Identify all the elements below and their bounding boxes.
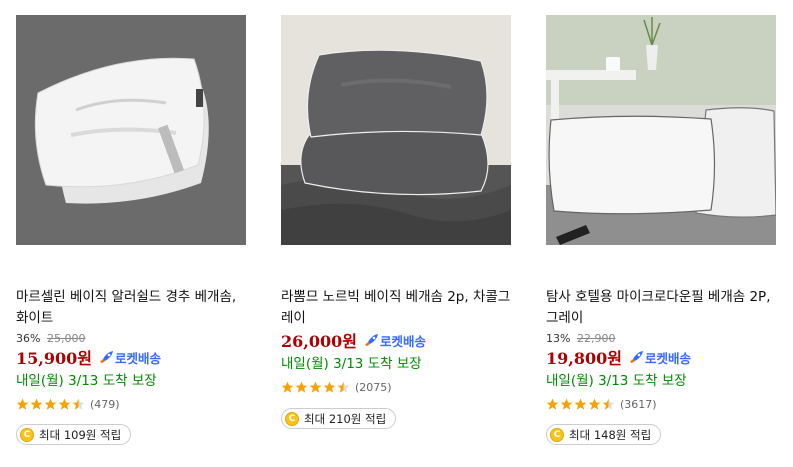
star-rating [16, 398, 86, 411]
product-card[interactable]: 라뽐므 노르빅 베이직 베개솜 2p, 차콜그레이 26,000원 로켓배송 내… [280, 0, 512, 467]
rocket-icon [99, 351, 113, 363]
sale-price: 26,000원 [281, 332, 357, 351]
discount-info: 36% 25,000 [16, 332, 85, 346]
discount-rate: 36% [16, 332, 41, 345]
rating: (2075) [281, 380, 392, 394]
product-name[interactable]: 마르셀린 베이직 알러쉴드 경추 베개솜, 화이트 [16, 287, 248, 329]
product-card[interactable]: 탐사 호텔용 마이크로다운필 베개솜 2P, 그레이 13% 22,900 19… [545, 0, 777, 467]
star-icon [58, 398, 71, 410]
review-count: (479) [90, 397, 120, 411]
arrival-guarantee: 내일(월) 3/13 도착 보장 [546, 373, 687, 389]
rocket-delivery-badge: 로켓배송 [98, 348, 161, 367]
rocket-delivery-badge: 로켓배송 [363, 331, 426, 350]
star-icon [574, 398, 587, 410]
coin-icon: C [20, 427, 34, 442]
coin-icon: C [550, 427, 564, 442]
reward-label: 최대 109원 적립 [39, 427, 122, 442]
rocket-icon [364, 334, 378, 346]
half-star-icon [72, 398, 85, 410]
reward-badge: C 최대 148원 적립 [546, 424, 662, 445]
sale-price: 19,800원 [546, 349, 622, 368]
price-row: 19,800원 로켓배송 [546, 346, 691, 368]
original-price: 22,900 [576, 332, 616, 345]
star-icon [323, 381, 336, 393]
star-icon [295, 381, 308, 393]
star-icon [588, 398, 601, 410]
product-image[interactable] [16, 15, 246, 245]
original-price: 25,000 [46, 332, 86, 345]
star-icon [560, 398, 573, 410]
review-count: (3617) [620, 397, 657, 411]
review-count: (2075) [355, 380, 392, 394]
product-card[interactable]: 마르셀린 베이직 알러쉴드 경추 베개솜, 화이트 36% 25,000 15,… [15, 0, 247, 467]
rocket-delivery-label: 로켓배송 [644, 350, 691, 366]
rating: (479) [16, 397, 120, 411]
product-image[interactable] [546, 15, 776, 245]
rocket-delivery-label: 로켓배송 [114, 350, 161, 366]
product-name[interactable]: 탐사 호텔용 마이크로다운필 베개솜 2P, 그레이 [546, 287, 778, 329]
coin-icon: C [285, 411, 299, 426]
sale-price: 15,900원 [16, 349, 92, 368]
rocket-delivery-label: 로켓배송 [379, 333, 426, 349]
price-row: 15,900원 로켓배송 [16, 346, 161, 368]
rocket-icon [629, 351, 643, 363]
half-star-icon [337, 381, 350, 393]
reward-badge: C 최대 109원 적립 [16, 424, 132, 445]
arrival-guarantee: 내일(월) 3/13 도착 보장 [281, 356, 422, 372]
star-icon [30, 398, 43, 410]
reward-badge: C 최대 210원 적립 [281, 408, 397, 429]
reward-label: 최대 210원 적립 [304, 411, 387, 426]
arrival-guarantee: 내일(월) 3/13 도착 보장 [16, 373, 157, 389]
reward-label: 최대 148원 적립 [569, 427, 652, 442]
star-icon [309, 381, 322, 393]
star-icon [281, 381, 294, 393]
price-row: 26,000원 로켓배송 [281, 329, 426, 351]
half-star-icon [602, 398, 615, 410]
rating: (3617) [546, 397, 657, 411]
product-image[interactable] [281, 15, 511, 245]
star-icon [16, 398, 29, 410]
star-rating [546, 398, 616, 411]
rocket-delivery-badge: 로켓배송 [628, 348, 691, 367]
star-rating [281, 381, 351, 394]
product-name[interactable]: 라뽐므 노르빅 베이직 베개솜 2p, 차콜그레이 [281, 287, 513, 329]
discount-info: 13% 22,900 [546, 332, 615, 346]
star-icon [44, 398, 57, 410]
discount-rate: 13% [546, 332, 571, 345]
star-icon [546, 398, 559, 410]
